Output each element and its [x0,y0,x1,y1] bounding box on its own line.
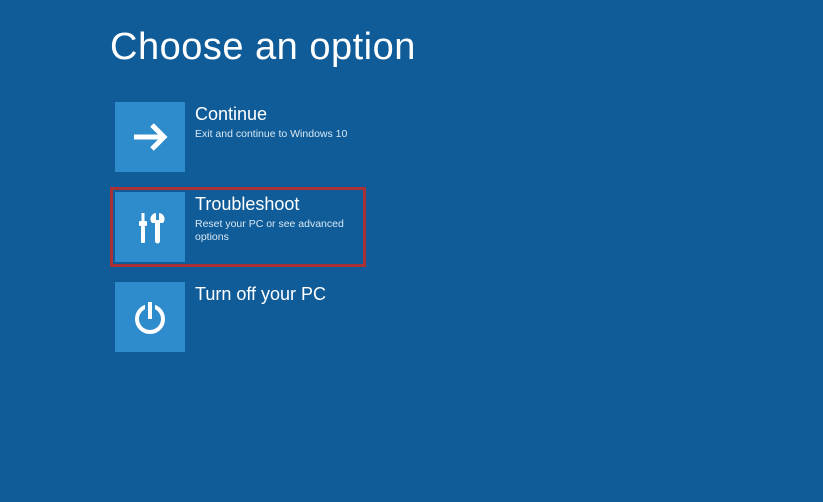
option-list: Continue Exit and continue to Windows 10 [110,97,823,357]
continue-text: Continue Exit and continue to Windows 10 [185,102,361,141]
options-screen: Choose an option Continue Exit and conti… [0,0,823,357]
arrow-right-icon [115,102,185,172]
troubleshoot-option[interactable]: Troubleshoot Reset your PC or see advanc… [110,187,366,267]
power-icon [115,282,185,352]
page-title: Choose an option [110,26,823,69]
tools-icon [115,192,185,262]
continue-title: Continue [195,104,361,126]
continue-option[interactable]: Continue Exit and continue to Windows 10 [110,97,366,177]
turnoff-text: Turn off your PC [185,282,361,308]
troubleshoot-subtitle: Reset your PC or see advanced options [195,218,361,245]
troubleshoot-title: Troubleshoot [195,194,361,216]
turnoff-title: Turn off your PC [195,284,361,306]
continue-subtitle: Exit and continue to Windows 10 [195,128,361,142]
turnoff-option[interactable]: Turn off your PC [110,277,366,357]
troubleshoot-text: Troubleshoot Reset your PC or see advanc… [185,192,361,245]
